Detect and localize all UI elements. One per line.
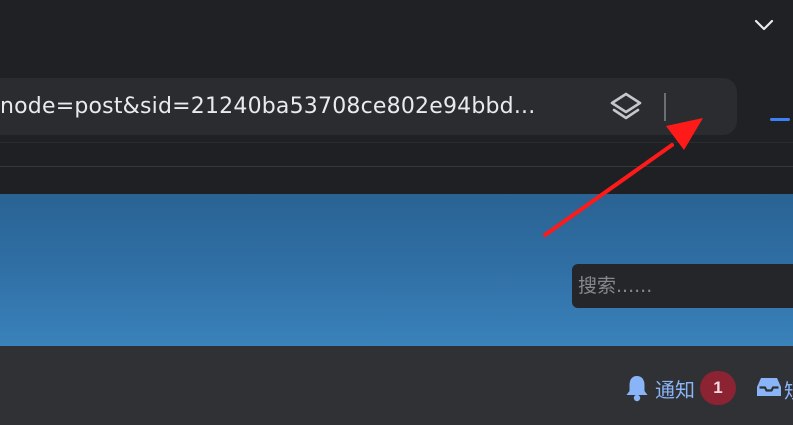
chevron-down-icon[interactable]: [753, 14, 775, 36]
inbox-label[interactable]: 短: [784, 375, 793, 404]
browser-title-bar: [0, 0, 793, 62]
notifications-count-badge: 1: [700, 371, 736, 405]
bell-icon: [626, 376, 648, 402]
address-bar-url[interactable]: node=post&sid=21240ba53708ce802e94bbd...: [0, 92, 535, 122]
browser-toolbar: node=post&sid=21240ba53708ce802e94bbd...: [0, 62, 793, 142]
forum-nav-bar: 通知 1 短: [0, 346, 793, 425]
notifications-label: 通知: [655, 379, 695, 402]
notifications-link[interactable]: 通知 1: [624, 371, 736, 405]
search-box: [572, 264, 793, 308]
bookmarks-bar: [0, 142, 793, 194]
inbox-icon[interactable]: [756, 376, 782, 398]
address-bar[interactable]: node=post&sid=21240ba53708ce802e94bbd...: [0, 78, 737, 135]
bookmarks-divider: [0, 166, 793, 167]
layers-icon[interactable]: [608, 91, 644, 125]
extension-indicator[interactable]: [770, 118, 790, 121]
address-bar-divider: [664, 93, 666, 121]
search-input[interactable]: [572, 264, 793, 308]
toolbar-divider: [0, 142, 793, 143]
